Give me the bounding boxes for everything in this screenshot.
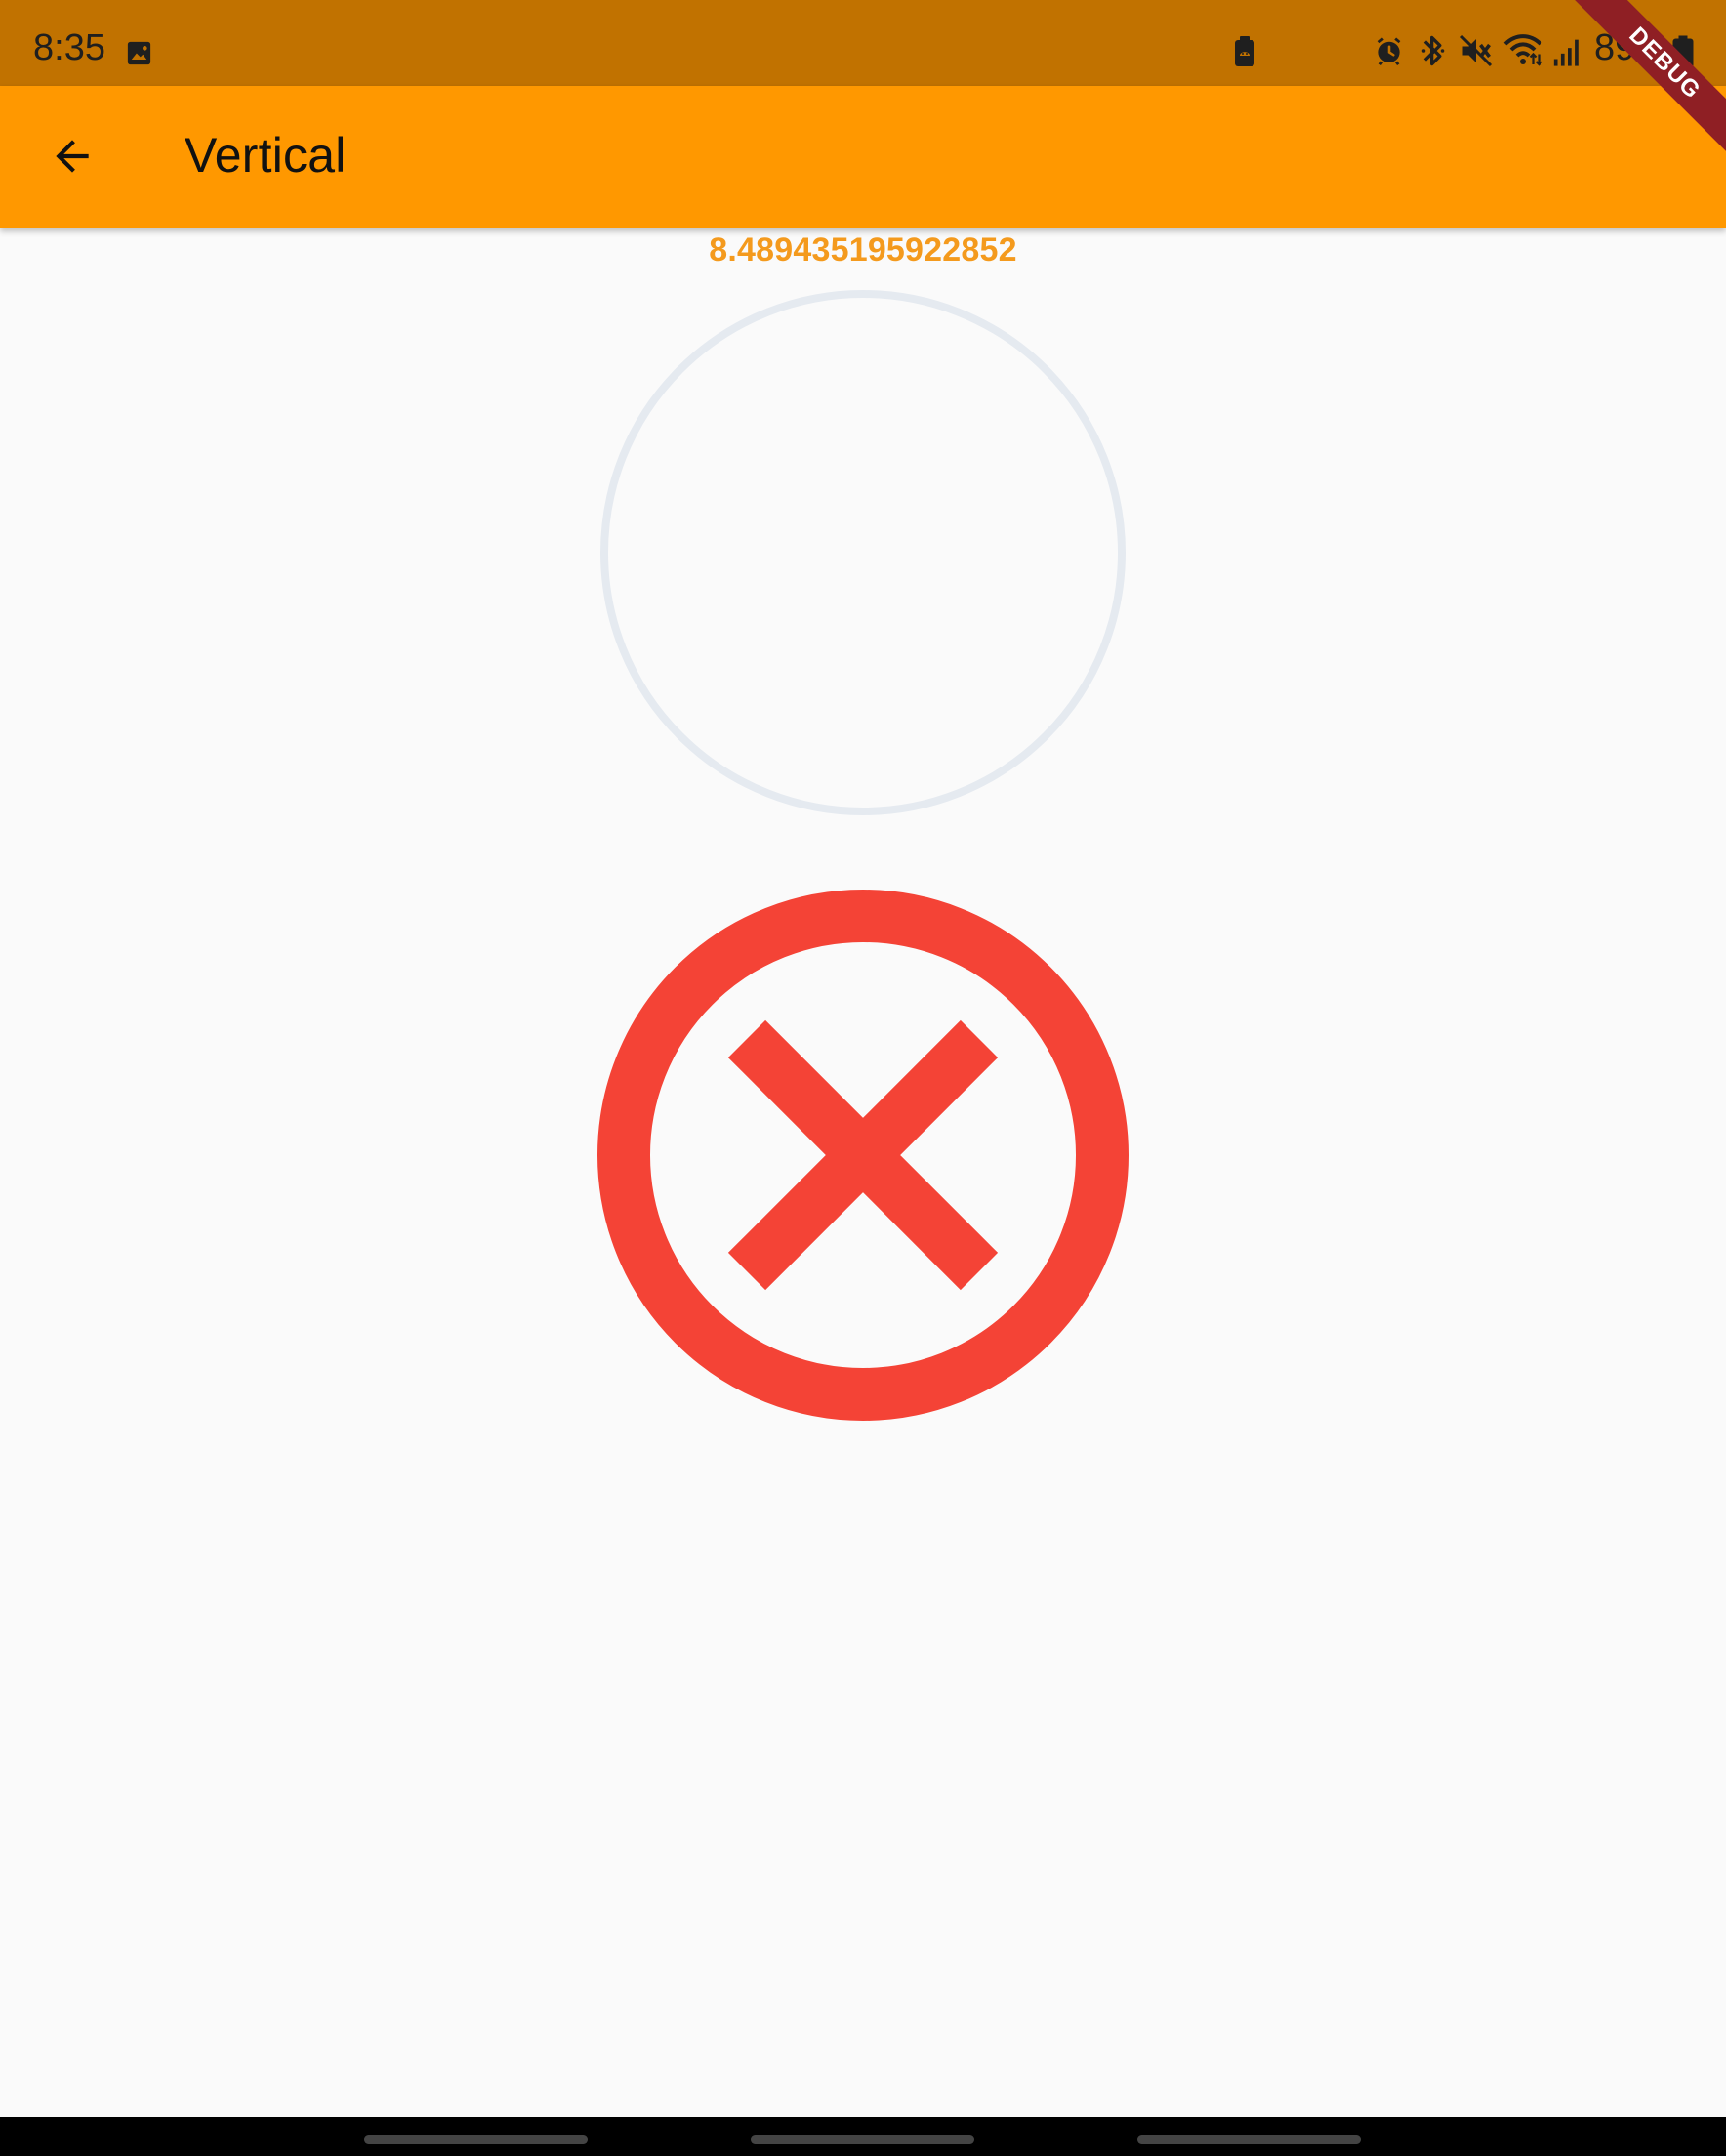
nav-handle-left[interactable] [364,2135,588,2144]
nav-handle-right[interactable] [1137,2135,1361,2144]
alarm-icon [1377,37,1401,66]
page-title: Vertical [185,128,347,183]
back-button[interactable] [35,119,109,193]
cancel-icon [597,890,1129,1421]
bluetooth-icon [1421,35,1445,66]
status-time: 8:35 [33,27,105,68]
mute-icon [1459,34,1493,67]
signal-icon [1553,39,1579,66]
image-icon [127,41,151,65]
status-bar: 8:35 89 [0,0,1726,86]
app-bar: Vertical [0,86,1726,228]
progress-ring [600,290,1126,815]
screen: 8:35 89 Vertical 8.489435195922852 DEBUG [0,0,1726,2156]
nav-handle-center[interactable] [751,2135,974,2144]
arrow-back-icon [56,140,89,173]
android-notification-icon [1235,36,1254,66]
system-navigation-bar [0,2117,1726,2156]
wifi-icon [1503,34,1543,66]
numeric-value: 8.489435195922852 [709,231,1017,269]
